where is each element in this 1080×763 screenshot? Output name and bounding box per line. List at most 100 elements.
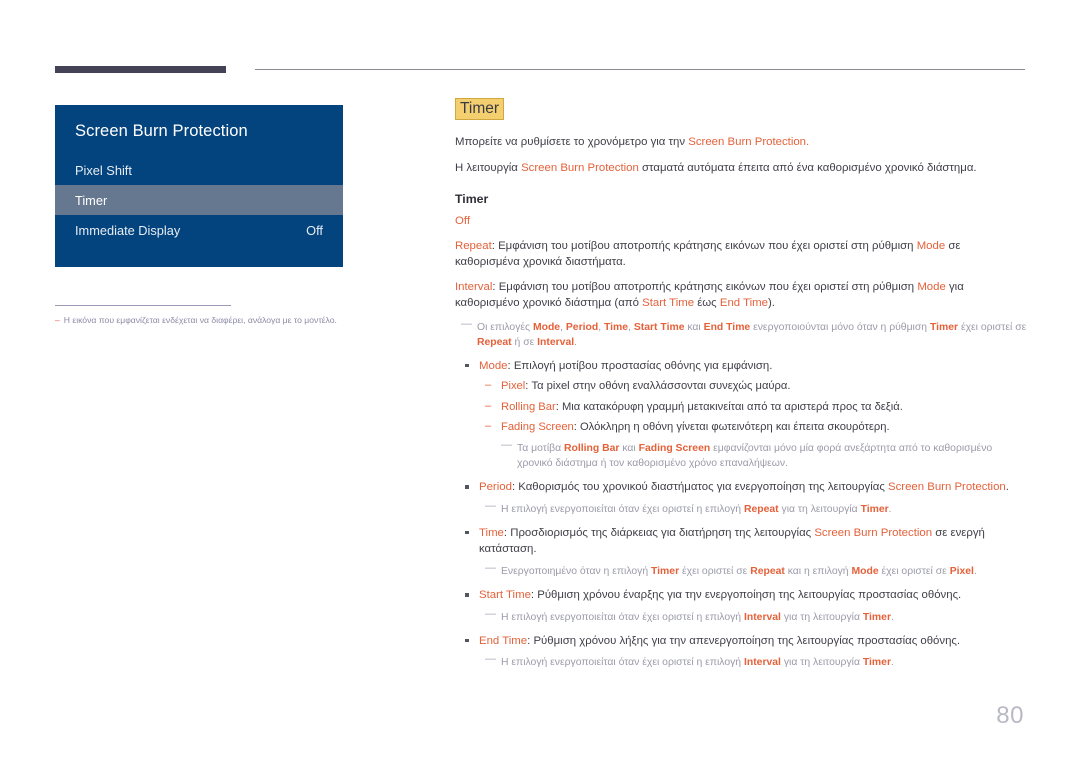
bullet-time: Time: Προσδιορισμός της διάρκειας για δι… [455,525,1027,579]
footnote-text: Η εικόνα που εμφανίζεται ενδέχεται να δι… [63,315,337,325]
keyword: Period [565,321,599,333]
note-dash-icon: ― [485,499,496,512]
text-fragment: Η επιλογή ενεργοποιείται όταν έχει οριστ… [501,503,744,515]
keyword: Mode [851,565,879,577]
keyword: End Time [703,321,751,333]
keyword: Repeat [750,565,785,577]
osd-menu-item-timer[interactable]: Timer [55,185,343,215]
keyword: End Time [479,634,528,647]
note-text: Ενεργοποιημένο όταν η επιλογή Timer έχει… [501,564,977,579]
text-fragment: σταματά αυτόματα έπειτα από ένα καθορισμ… [638,161,977,174]
text-fragment: . [888,503,892,515]
text-fragment: και [619,443,639,455]
text-fragment: : Τα pixel στην οθόνη εναλλάσσονται συνε… [525,380,791,393]
note-text: Η επιλογή ενεργοποιείται όταν έχει οριστ… [501,610,894,625]
intro-paragraph-2: Η λειτουργία Screen Burn Protection σταμ… [455,160,1027,177]
text-fragment: Οι επιλογές [477,321,533,333]
osd-menu-item-label: Pixel Shift [75,162,132,178]
text-fragment: : Ολόκληρη η οθόνη γίνεται φωτεινότερη κ… [573,420,890,433]
note-time: ― Ενεργοποιημένο όταν η επιλογή Timer έχ… [479,562,1027,579]
osd-menu-item-pixel-shift[interactable]: Pixel Shift [55,155,343,185]
left-column: Screen Burn Protection Pixel Shift Timer… [55,105,345,327]
sub-bullet-fading-screen: Fading Screen: Ολόκληρη η οθόνη γίνεται … [479,419,1027,435]
text-fragment: . [1005,481,1009,494]
sub-bullet-pixel: Pixel: Τα pixel στην οθόνη εναλλάσσονται… [479,378,1027,394]
header-divider-line [255,69,1025,70]
keyword: Timer [862,611,891,623]
sub-bullet-rolling-bar: Rolling Bar: Μια κατακόρυφη γραμμή μετακ… [479,399,1027,415]
bullet-period: Period: Καθορισμός του χρονικού διαστήμα… [455,479,1027,517]
text-fragment: . [806,136,810,149]
option-repeat: Repeat: Εμφάνιση του μοτίβου αποτροπής κ… [455,238,1027,271]
text-fragment: : Επιλογή μοτίβου προστασίας οθόνης για … [507,359,773,372]
options-bullet-list: Mode: Επιλογή μοτίβου προστασίας οθόνης … [455,358,1027,670]
text-fragment: . [890,611,894,623]
content-column: Timer Μπορείτε να ρυθμίσετε το χρονόμετρ… [455,98,1027,678]
osd-menu-title: Screen Burn Protection [75,122,248,140]
keyword: Timer [929,321,959,333]
keyword: Interval [743,611,781,623]
note-text: Τα μοτίβα Rolling Bar και Fading Screen … [517,441,1027,471]
left-footnote: ‒ Η εικόνα που εμφανίζεται ενδέχεται να … [55,315,405,327]
note-dash-icon: ― [485,607,496,620]
page-title: Timer [455,98,505,121]
text-fragment: Τα μοτίβα [517,443,565,455]
option-off: Off [455,213,1027,230]
text-fragment: έως [694,297,720,310]
keyword: Period [479,481,512,494]
note-patterns: ― Τα μοτίβα Rolling Bar και Fading Scree… [479,440,1027,471]
bullet-start-time: Start Time: Ρύθμιση χρόνου έναρξης για τ… [455,587,1027,625]
bullet-end-time: End Time: Ρύθμιση χρόνου λήξης για την α… [455,633,1027,671]
text-fragment: για τη λειτουργία [778,503,861,515]
keyword: Time [603,321,629,333]
keyword: Repeat [743,503,779,515]
text-fragment: και [684,321,704,333]
keyword: Start Time [479,589,531,602]
keyword: Mode [916,239,946,252]
intro-paragraph-1: Μπορείτε να ρυθμίσετε το χρονόμετρο για … [455,134,1027,151]
text-fragment: : Εμφάνιση του μοτίβου αποτροπής κράτηση… [492,280,918,293]
text-fragment: ενεργοποιούνται μόνο όταν η ρύθμιση [750,321,930,333]
keyword: Interval [743,657,781,669]
osd-menu-bottom-padding [55,245,343,267]
keyword: End Time [719,297,768,310]
left-footnote-divider [55,305,231,306]
keyword: Start Time [642,297,695,310]
keyword: Screen Burn Protection [814,526,933,539]
text-fragment: Η λειτουργία [455,161,522,174]
note-dash-icon: ― [485,653,496,666]
keyword: Timer [651,565,680,577]
text-fragment: : Μια κατακόρυφη γραμμή μετακινείται από… [555,400,903,413]
keyword: Mode [532,321,561,333]
keyword: Screen Burn Protection [887,481,1006,494]
keyword: Mode [479,359,508,372]
osd-menu-item-label: Immediate Display [75,222,181,238]
note-period: ― Η επιλογή ενεργοποιείται όταν έχει ορι… [479,499,1027,517]
note-text: Η επιλογή ενεργοποιείται όταν έχει οριστ… [501,502,892,517]
option-interval: Interval: Εμφάνιση του μοτίβου αποτροπής… [455,279,1027,312]
text-fragment: Μπορείτε να ρυθμίσετε το χρονόμετρο για … [455,136,689,149]
keyword: Fading Screen [501,420,574,433]
left-footnote-block: ‒ Η εικόνα που εμφανίζεται ενδέχεται να … [55,305,337,327]
mode-sub-list: Pixel: Τα pixel στην οθόνη εναλλάσσονται… [479,378,1027,435]
keyword: Mode [917,280,946,293]
text-fragment: . [973,565,977,577]
osd-menu-item-label: Timer [75,192,108,208]
text-fragment: Η επιλογή ενεργοποιείται όταν έχει οριστ… [501,611,744,623]
keyword: Interval [455,280,493,293]
page-header-rules [55,66,1025,76]
text-fragment: έχει οριστεί σε [878,565,950,577]
note-start-time: ― Η επιλογή ενεργοποιείται όταν έχει ορι… [479,607,1027,625]
keyword: Fading Screen [638,443,711,455]
keyword: Repeat [455,239,492,252]
text-fragment: για τη λειτουργία [780,657,863,669]
text-fragment: . [574,336,578,348]
note-text: Οι επιλογές Mode, Period, Time, Start Ti… [477,320,1027,350]
header-accent-bar [55,66,226,73]
keyword: Pixel [501,380,526,393]
osd-menu-item-immediate-display[interactable]: Immediate Display Off [55,215,343,245]
osd-menu-panel: Screen Burn Protection Pixel Shift Timer… [55,105,343,267]
text-fragment: : Εμφάνιση του μοτίβου αποτροπής κράτηση… [491,239,917,252]
text-fragment: και η επιλογή [784,565,852,577]
page-number: 80 [996,702,1024,729]
